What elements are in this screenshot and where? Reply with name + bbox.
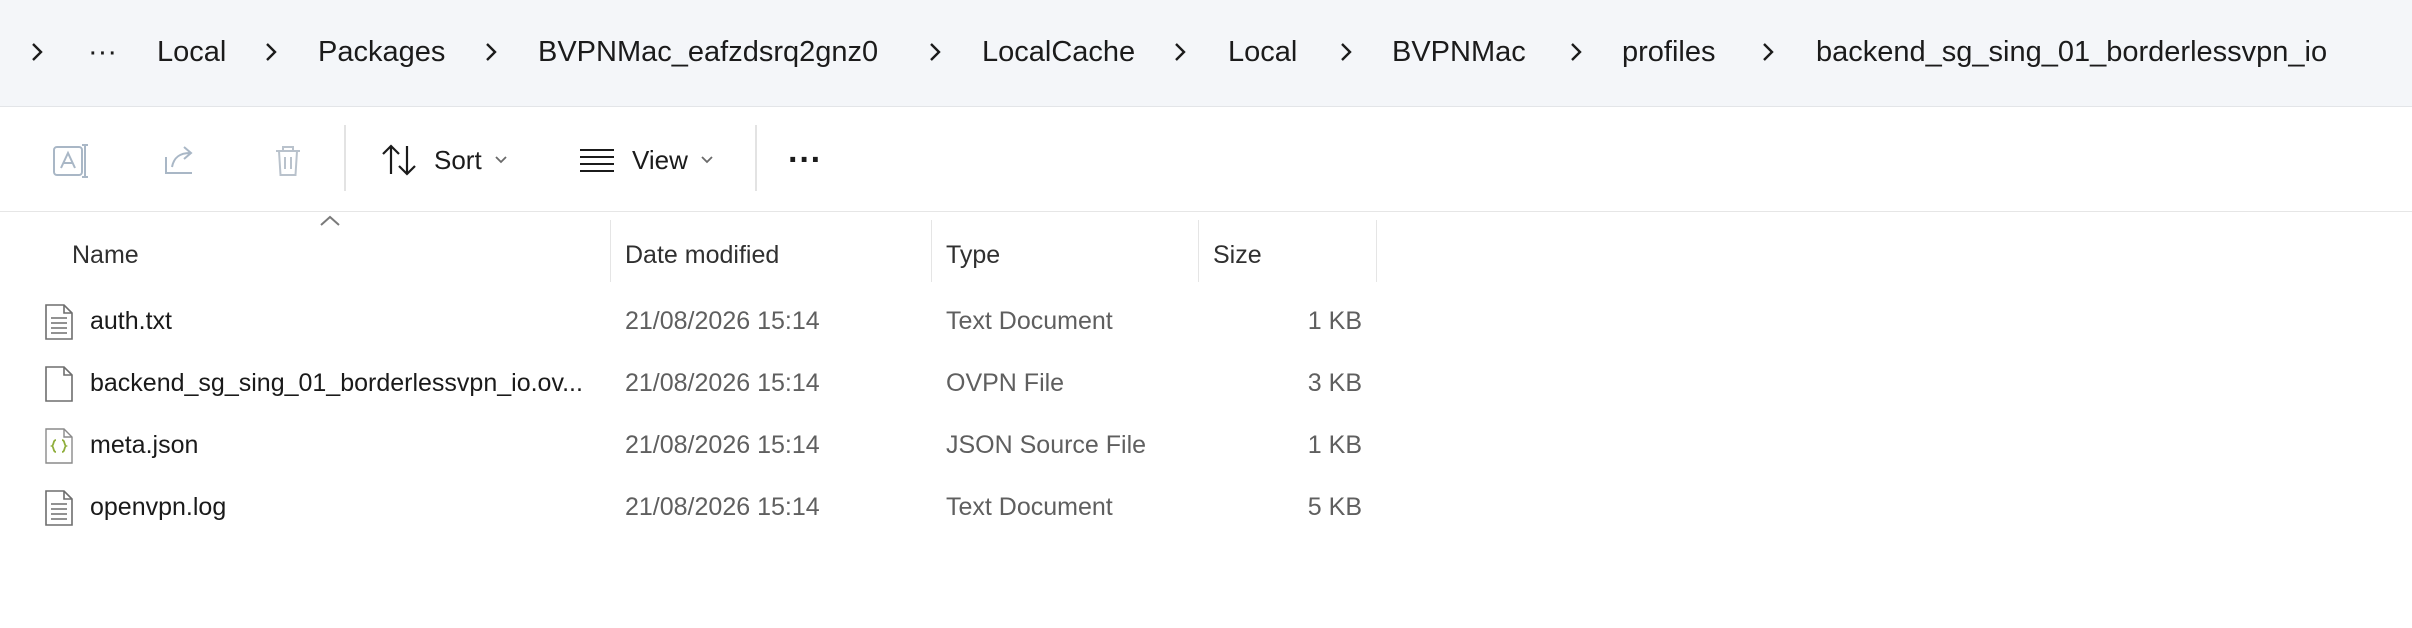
chevron-down-icon	[495, 156, 507, 164]
toolbar-separator	[755, 125, 757, 191]
breadcrumb-item-current-folder[interactable]: backend_sg_sing_01_borderlessvpn_io	[1816, 30, 2327, 74]
more-options-icon: ···	[788, 140, 822, 179]
view-list-icon	[580, 149, 614, 172]
chevron-down-icon	[701, 156, 713, 164]
file-type: JSON Source File	[946, 431, 1147, 459]
view-button[interactable]: View	[578, 137, 714, 183]
breadcrumb-separator-chevron-icon[interactable]	[484, 30, 498, 74]
breadcrumb-separator-chevron-icon[interactable]	[1569, 30, 1583, 74]
file-size: 5 KB	[1307, 493, 1362, 521]
file-date-modified: 21/08/2026 15:14	[625, 431, 820, 459]
breadcrumb-item-localcache[interactable]: LocalCache	[982, 30, 1135, 74]
column-divider[interactable]	[610, 220, 611, 282]
file-row-openvpn-log[interactable]: openvpn.log 21/08/2026 15:14 Text Docume…	[0, 476, 1400, 538]
rename-icon[interactable]	[50, 141, 90, 181]
file-date-modified: 21/08/2026 15:14	[625, 369, 820, 397]
breadcrumb-separator-chevron-icon[interactable]	[928, 30, 942, 74]
column-divider[interactable]	[931, 220, 932, 282]
file-name: meta.json	[90, 431, 199, 459]
file-size: 3 KB	[1307, 369, 1362, 397]
file-type: OVPN File	[946, 369, 1065, 397]
breadcrumb-item-local-2[interactable]: Local	[1228, 30, 1297, 74]
breadcrumb-separator-chevron-icon[interactable]	[1761, 30, 1775, 74]
file-date-modified: 21/08/2026 15:14	[625, 493, 820, 521]
file-size: 1 KB	[1307, 431, 1362, 459]
breadcrumb-item-bvpnmac-package[interactable]: BVPNMac_eafzdsrq2gnz0	[538, 30, 878, 74]
breadcrumb-separator-chevron-icon[interactable]	[264, 30, 278, 74]
sort-label: Sort	[434, 144, 482, 175]
file-date-modified: 21/08/2026 15:14	[625, 307, 820, 335]
column-header-type[interactable]: Type	[946, 225, 1000, 285]
address-bar: ··· Local Packages BVPNMac_eafzdsrq2gnz0…	[0, 0, 2412, 107]
share-icon[interactable]	[160, 141, 200, 181]
file-type: Text Document	[946, 307, 1113, 335]
column-header-name[interactable]: Name	[72, 225, 139, 285]
command-bar: Sort View ···	[0, 107, 2412, 212]
file-row-ovpn[interactable]: backend_sg_sing_01_borderlessvpn_io.ov..…	[0, 352, 1400, 414]
column-header-date-modified[interactable]: Date modified	[625, 225, 779, 285]
file-name: auth.txt	[90, 307, 172, 335]
breadcrumb-item-packages[interactable]: Packages	[318, 30, 445, 74]
file-type: Text Document	[946, 493, 1113, 521]
breadcrumb-separator-chevron-icon[interactable]	[1339, 30, 1353, 74]
breadcrumb-item-bvpnmac[interactable]: BVPNMac	[1392, 30, 1526, 74]
breadcrumb-item-local[interactable]: Local	[157, 30, 226, 74]
column-divider[interactable]	[1376, 220, 1377, 282]
generic-file-icon	[45, 366, 73, 402]
file-size: 1 KB	[1307, 307, 1362, 335]
file-name: backend_sg_sing_01_borderlessvpn_io.ov..…	[90, 369, 583, 397]
file-list: Name Date modified Type Size auth.txt 21…	[0, 212, 2412, 628]
view-label: View	[632, 144, 688, 175]
breadcrumb-overflow-button[interactable]: ···	[88, 30, 117, 74]
file-row-meta-json[interactable]: meta.json 21/08/2026 15:14 JSON Source F…	[0, 414, 1400, 476]
sort-icon	[382, 144, 416, 176]
column-divider[interactable]	[1198, 220, 1199, 282]
text-file-icon	[45, 490, 73, 526]
sort-button[interactable]: Sort	[380, 137, 508, 183]
breadcrumb-separator-chevron-icon[interactable]	[1173, 30, 1187, 74]
delete-icon[interactable]	[268, 141, 308, 181]
toolbar-separator	[344, 125, 346, 191]
breadcrumb-expand-chevron-icon[interactable]	[30, 30, 44, 74]
sort-ascending-chevron-icon	[320, 215, 340, 226]
column-header-size[interactable]: Size	[1213, 225, 1262, 285]
json-file-icon	[45, 428, 73, 464]
breadcrumb-item-profiles[interactable]: profiles	[1622, 30, 1716, 74]
text-file-icon	[45, 304, 73, 340]
file-row-auth-txt[interactable]: auth.txt 21/08/2026 15:14 Text Document …	[0, 290, 1400, 352]
more-options-button[interactable]: ···	[788, 137, 822, 183]
file-name: openvpn.log	[90, 493, 227, 521]
